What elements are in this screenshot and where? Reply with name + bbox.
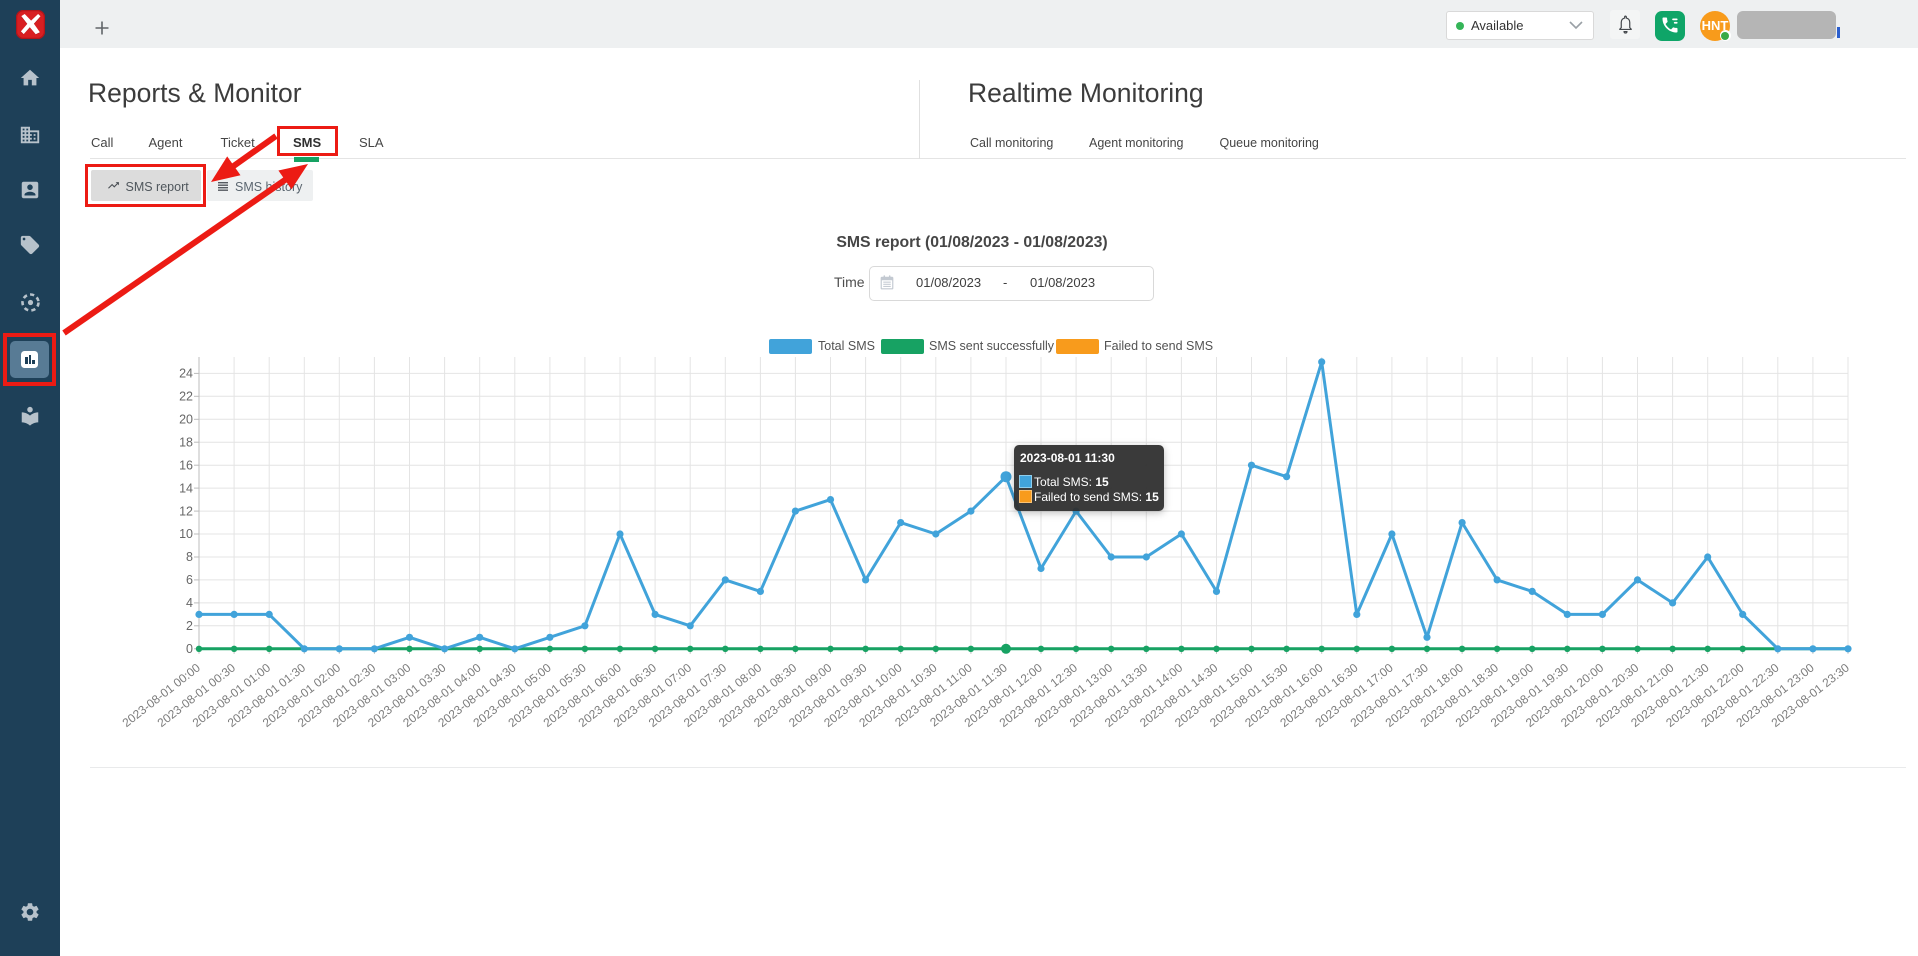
svg-text:4: 4	[186, 596, 193, 610]
svg-text:2: 2	[186, 619, 193, 633]
svg-text:16: 16	[179, 458, 193, 472]
svg-text:24: 24	[179, 367, 193, 381]
svg-text:6: 6	[186, 573, 193, 587]
svg-text:12: 12	[179, 504, 193, 518]
svg-text:10: 10	[179, 527, 193, 541]
svg-text:8: 8	[186, 550, 193, 564]
svg-text:18: 18	[179, 435, 193, 449]
svg-text:14: 14	[179, 481, 193, 495]
svg-text:22: 22	[179, 390, 193, 404]
svg-text:20: 20	[179, 413, 193, 427]
svg-text:0: 0	[186, 642, 193, 656]
